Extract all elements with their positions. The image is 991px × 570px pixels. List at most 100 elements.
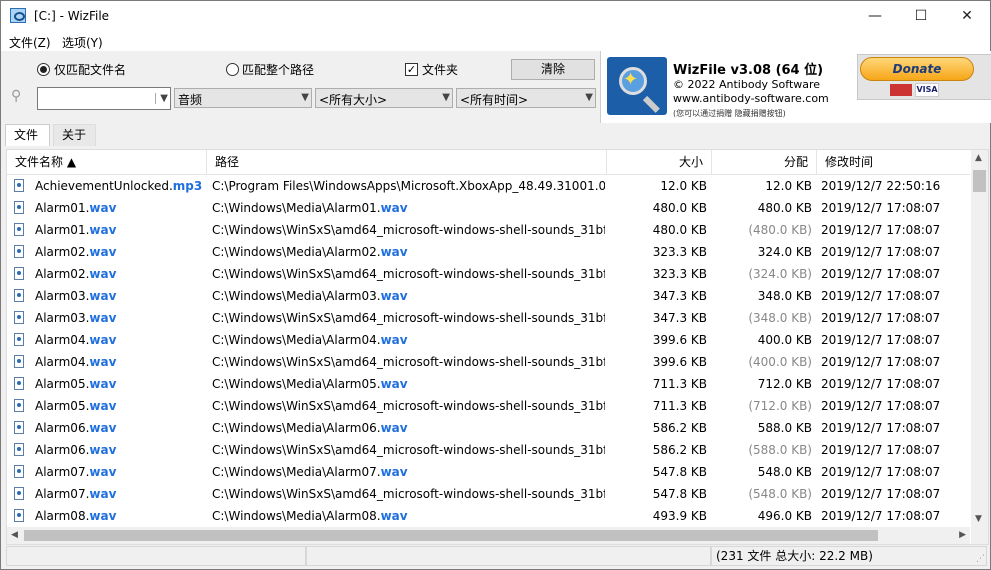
visa-icon: VISA [915,83,939,97]
file-name: Alarm07.wav [35,465,117,479]
horizontal-scrollbar[interactable]: ◀ ▶ [7,527,970,544]
resize-grip[interactable]: ⋰ [976,554,985,564]
table-row[interactable]: Alarm04.wav C:\Windows\WinSxS\amd64_micro… [7,351,970,373]
donate-note: (您可以通过捐赠 隐藏捐赠按钮) [673,109,786,118]
minimize-button[interactable]: — [852,1,898,31]
name-cell: Alarm07.wav [7,483,207,505]
name-cell: Alarm07.wav [7,461,207,483]
column-name[interactable]: 文件名称 ▲ [7,150,207,174]
column-alloc[interactable]: 分配 [712,150,817,174]
horizontal-scroll-thumb[interactable] [24,530,878,541]
column-modified[interactable]: 修改时间 [817,150,970,174]
file-name: AchievementUnlocked.mp3 [35,179,203,193]
file-name: Alarm06.wav [35,443,117,457]
full-path-radio[interactable] [226,63,239,76]
donate-button[interactable]: Donate [860,57,974,81]
menu-options[interactable]: 选项(Y) [62,34,103,51]
filename-only-label[interactable]: 仅匹配文件名 [54,61,126,78]
scroll-down-arrow[interactable]: ▼ [975,514,982,524]
clear-button[interactable]: 清除 [511,59,595,80]
table-row[interactable]: Alarm01.wav C:\Windows\WinSxS\amd64_micro… [7,219,970,241]
file-size: 323.3 KB [652,267,707,281]
wizfile-logo[interactable]: ✦ [607,57,667,115]
folders-label[interactable]: 文件夹 [422,61,458,78]
name-cell: Alarm04.wav [7,329,207,351]
table-row[interactable]: Alarm01.wav C:\Windows\Media\Alarm01.wav 4… [7,197,970,219]
file-modified: 2019/12/7 17:08:07 [821,377,941,391]
vertical-scrollbar[interactable]: ▲ ▼ [971,150,988,527]
file-alloc: (548.0 KB) [748,487,812,501]
table-row[interactable]: Alarm03.wav C:\Windows\Media\Alarm03.wav 3… [7,285,970,307]
size-filter[interactable]: <所有大小> ▼ [315,88,453,108]
time-filter[interactable]: <所有时间> ▼ [456,88,596,108]
file-modified: 2019/12/7 17:08:07 [821,421,941,435]
table-row[interactable]: Alarm02.wav C:\Windows\Media\Alarm02.wav 3… [7,241,970,263]
file-alloc: 712.0 KB [757,377,812,391]
table-row[interactable]: Alarm06.wav C:\Windows\Media\Alarm06.wav 5… [7,417,970,439]
maximize-button[interactable]: ☐ [898,1,944,31]
file-size: 547.8 KB [652,465,707,479]
table-row[interactable]: Alarm06.wav C:\Windows\WinSxS\amd64_micro… [7,439,970,461]
file-modified: 2019/12/7 17:08:07 [821,223,941,237]
file-size: 399.6 KB [652,333,707,347]
chevron-down-icon: ▼ [301,92,309,103]
search-panel: 仅匹配文件名 匹配整个路径 ✓ 文件夹 清除 ⚲ ▼ 音频 ▼ <所有大小> ▼… [1,51,601,123]
tab-about[interactable]: 关于 [53,124,96,146]
website-link[interactable]: www.antibody-software.com [673,92,829,105]
table-row[interactable]: AchievementUnlocked.mp3 C:\Program Files\… [7,175,970,197]
menu-file[interactable]: 文件(Z) [9,34,51,51]
file-size: 12.0 KB [660,179,707,193]
search-input[interactable]: ▼ [37,87,171,110]
file-path: C:\Windows\Media\Alarm02.wav [212,245,408,259]
close-button[interactable]: ✕ [944,1,990,31]
file-name: Alarm06.wav [35,421,117,435]
tab-files[interactable]: 文件 [5,124,50,146]
column-headers: 文件名称 ▲ 路径 大小 分配 修改时间 [7,150,970,175]
table-row[interactable]: Alarm04.wav C:\Windows\Media\Alarm04.wav 3… [7,329,970,351]
file-rows: AchievementUnlocked.mp3 C:\Program Files\… [7,175,970,527]
file-size: 711.3 KB [652,399,707,413]
file-modified: 2019/12/7 17:08:07 [821,509,941,523]
file-path: C:\Windows\Media\Alarm01.wav [212,201,408,215]
table-row[interactable]: Alarm08.wav C:\Windows\Media\Alarm08.wav 4… [7,505,970,527]
file-alloc: 324.0 KB [757,245,812,259]
vertical-scroll-thumb[interactable] [973,170,986,192]
file-alloc: (588.0 KB) [748,443,812,457]
folders-checkbox[interactable]: ✓ [405,63,418,76]
status-summary: (231 文件 总大小: 22.2 MB) [711,546,987,566]
file-size: 480.0 KB [652,223,707,237]
file-name: Alarm07.wav [35,487,117,501]
audio-file-icon [14,355,24,368]
table-row[interactable]: Alarm05.wav C:\Windows\Media\Alarm05.wav 7… [7,373,970,395]
file-alloc: (324.0 KB) [748,267,812,281]
file-name: Alarm03.wav [35,289,117,303]
table-row[interactable]: Alarm03.wav C:\Windows\WinSxS\amd64_micro… [7,307,970,329]
file-alloc: 480.0 KB [757,201,812,215]
file-alloc: (348.0 KB) [748,311,812,325]
search-history-dropdown[interactable]: ▼ [155,93,168,104]
name-cell: Alarm02.wav [7,263,207,285]
table-row[interactable]: Alarm07.wav C:\Windows\WinSxS\amd64_micro… [7,483,970,505]
name-cell: Alarm08.wav [7,505,207,527]
column-path[interactable]: 路径 [207,150,607,174]
scroll-up-arrow[interactable]: ▲ [975,153,982,163]
file-modified: 2019/12/7 17:08:07 [821,333,941,347]
name-cell: Alarm05.wav [7,395,207,417]
column-size[interactable]: 大小 [607,150,712,174]
full-path-label[interactable]: 匹配整个路径 [242,61,314,78]
filename-only-radio[interactable] [37,63,50,76]
file-type-filter[interactable]: 音频 ▼ [174,88,312,108]
audio-file-icon [14,465,24,478]
table-row[interactable]: Alarm02.wav C:\Windows\WinSxS\amd64_micro… [7,263,970,285]
name-cell: Alarm02.wav [7,241,207,263]
scroll-right-arrow[interactable]: ▶ [959,530,966,540]
file-path: C:\Windows\Media\Alarm05.wav [212,377,408,391]
file-modified: 2019/12/7 17:08:07 [821,443,941,457]
table-row[interactable]: Alarm05.wav C:\Windows\WinSxS\amd64_micro… [7,395,970,417]
scroll-left-arrow[interactable]: ◀ [11,530,18,540]
menu-bar: 文件(Z) 选项(Y) [1,31,990,51]
table-row[interactable]: Alarm07.wav C:\Windows\Media\Alarm07.wav 5… [7,461,970,483]
file-modified: 2019/12/7 17:08:07 [821,311,941,325]
file-modified: 2019/12/7 17:08:07 [821,289,941,303]
name-cell: Alarm04.wav [7,351,207,373]
